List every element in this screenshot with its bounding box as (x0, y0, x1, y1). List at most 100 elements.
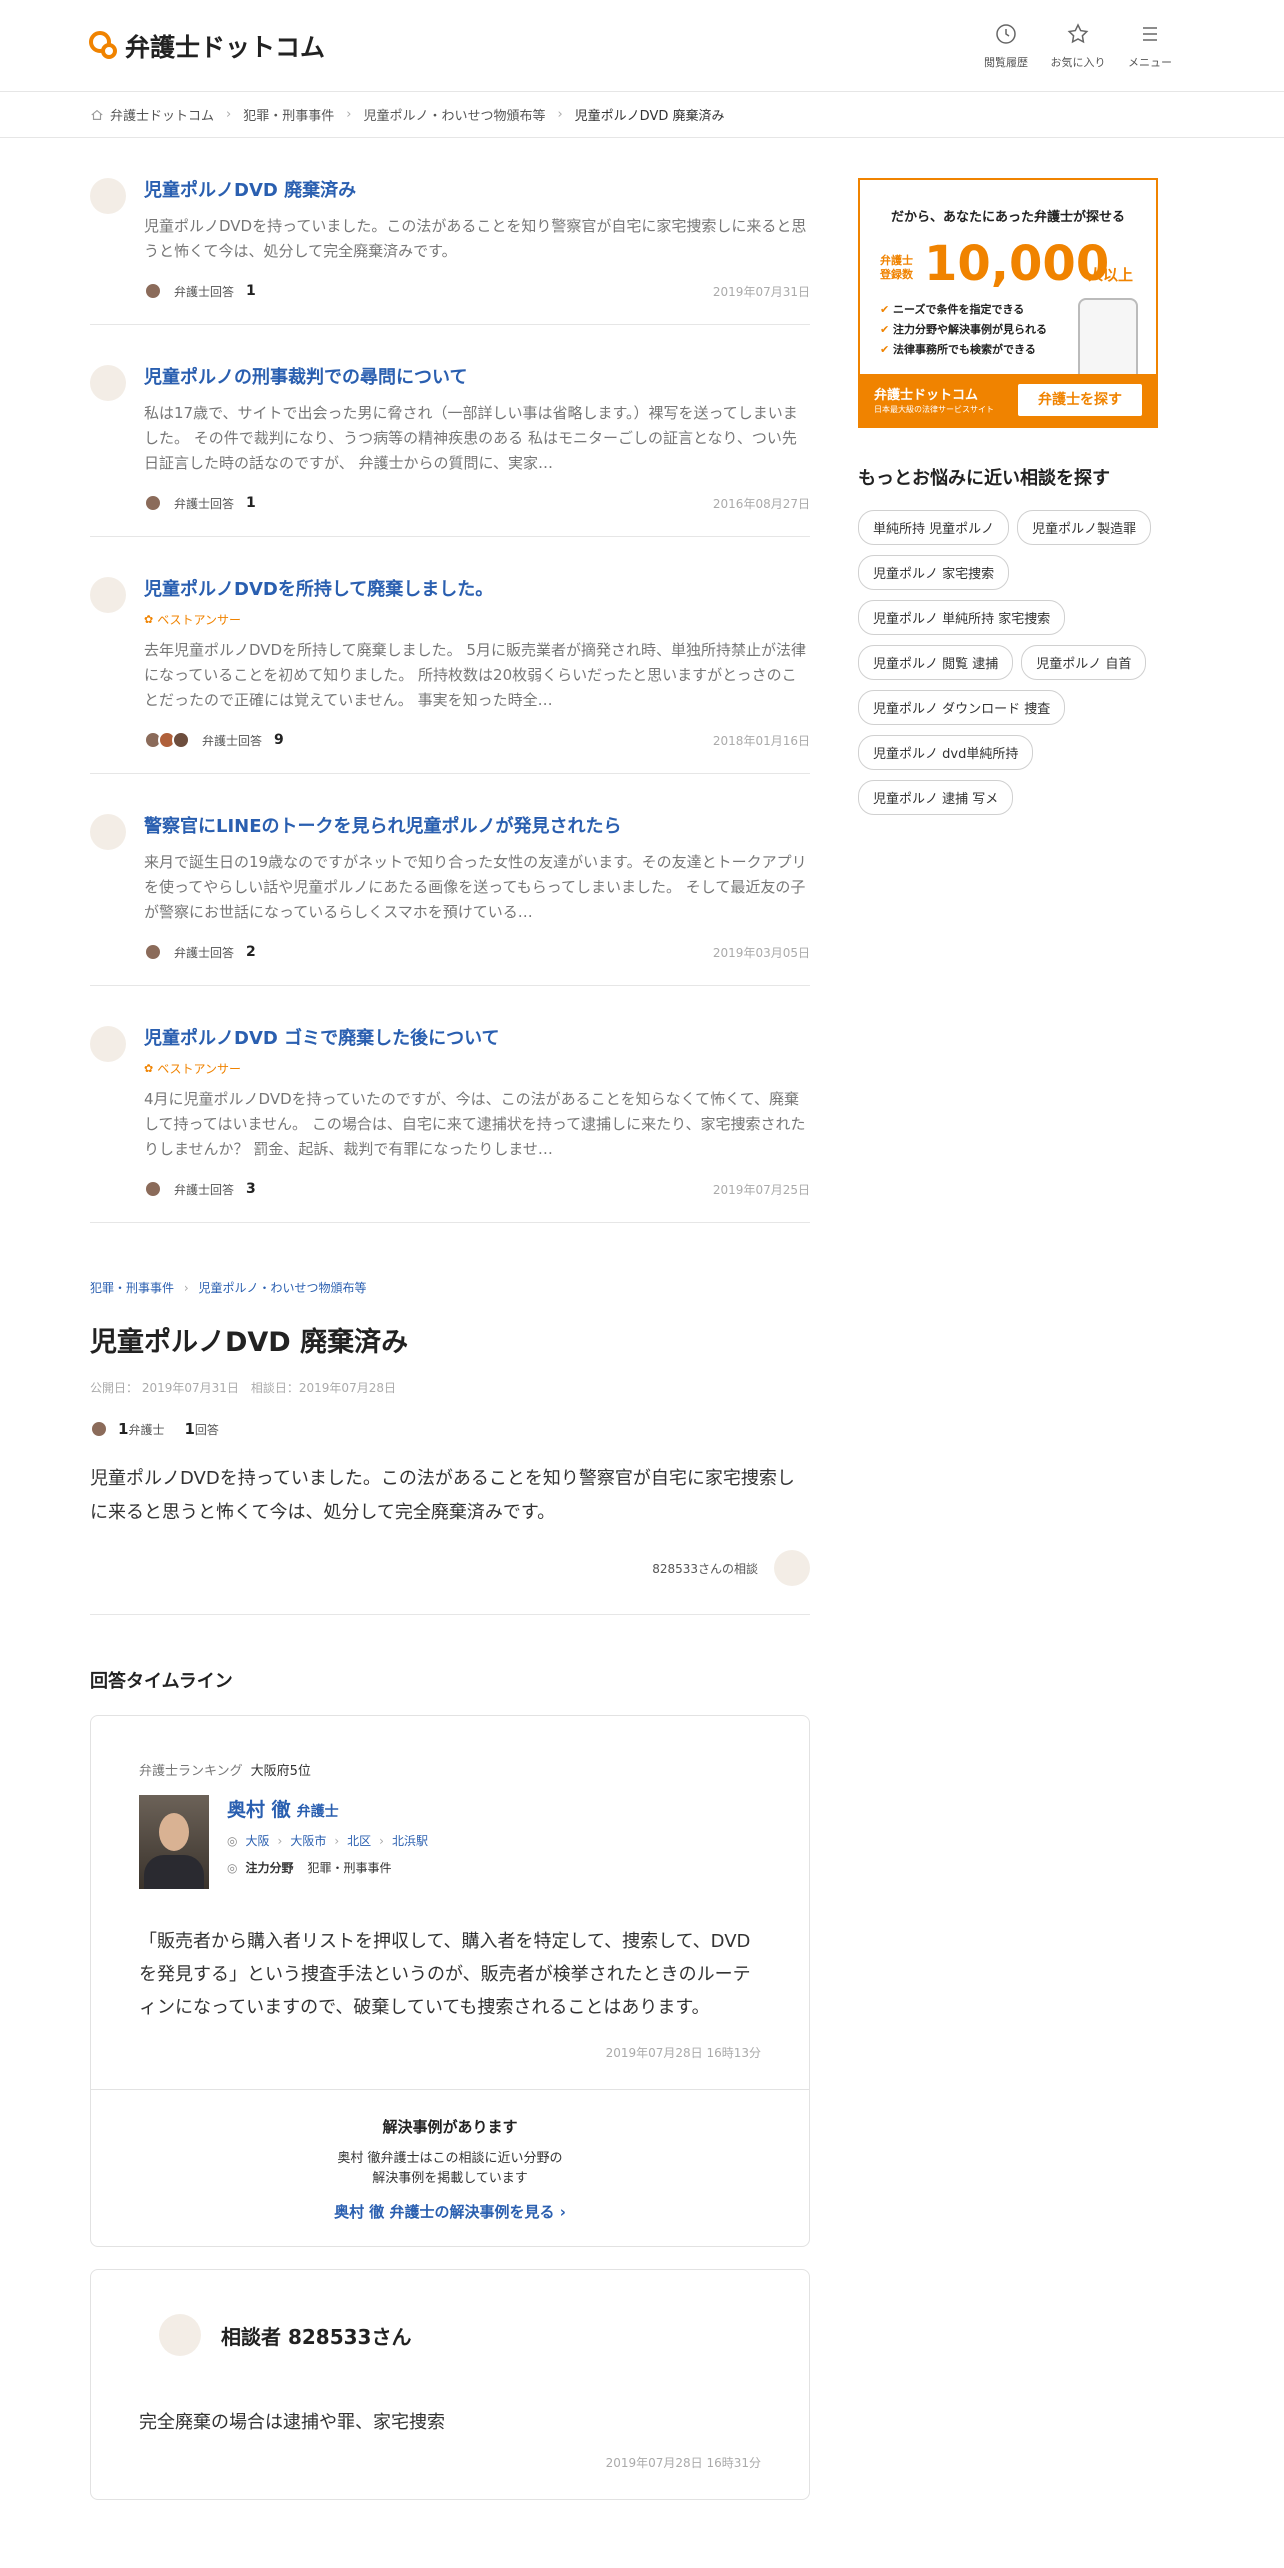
phone-illustration-icon (1078, 298, 1138, 386)
client-header: 相談者 828533さん (139, 2314, 761, 2356)
question-date: 2016年08月27日 (712, 496, 810, 511)
case-studies-desc-line1: 奥村 徹弁護士はこの相談に近い分野の (337, 2151, 563, 2166)
question-excerpt: 児童ポルノDVDを持っていました。この法があることを知り警察官が自宅に家宅捜索し… (144, 217, 807, 260)
ad-footer: 弁護士ドットコム 日本最大級の法律サービスサイト 弁護士を探す (860, 374, 1156, 426)
answer-time: 2019年07月28日 16時13分 (605, 2046, 761, 2060)
client-message-time: 2019年07月28日 16時31分 (605, 2456, 761, 2470)
find-lawyer-button[interactable]: 弁護士を探す (1018, 384, 1142, 416)
avatar (90, 577, 126, 613)
favorites-button[interactable]: お気に入り (1042, 22, 1114, 70)
star-icon (1067, 23, 1089, 44)
location-link[interactable]: 北浜駅 (392, 1832, 428, 1849)
case-studies-desc-line2: 解決事例を掲載しています (372, 2171, 528, 2186)
location-link[interactable]: 北区 (347, 1832, 371, 1849)
detail-breadcrumb: 犯罪・刑事事件 › 児童ポルノ・わいせつ物頒布等 (90, 1279, 810, 1296)
question-item[interactable]: 警察官にLINEのトークを見られ児童ポルノが発見されたら 来月で誕生日の19歳な… (90, 774, 810, 986)
chevron-right-icon: › (183, 1281, 189, 1295)
question-title[interactable]: 児童ポルノの刑事裁判での尋問について (144, 367, 467, 388)
case-studies-desc: 奥村 徹弁護士はこの相談に近い分野の 解決事例を掲載しています (91, 2149, 809, 2189)
answer-count: 1 (246, 283, 256, 299)
question-title[interactable]: 児童ポルノDVD 廃棄済み (144, 180, 356, 201)
menu-button[interactable]: メニュー (1114, 22, 1186, 70)
breadcrumb-subcategory[interactable]: 児童ポルノ・わいせつ物頒布等 (363, 105, 545, 124)
answer-count-label: 回答 (194, 1422, 219, 1437)
related-tag[interactable]: 児童ポルノ dvd単純所持 (858, 735, 1034, 770)
answer-text: 「販売者から購入者リストを押収して、購入者を特定して、捜索して、DVDを発見する… (139, 1931, 751, 2018)
detail-counts: 1 弁護士 1 回答 (90, 1420, 810, 1438)
logo-text: 弁護士ドットコム (125, 33, 326, 62)
question-date: 2019年07月25日 (712, 1182, 810, 1197)
answer-label: 弁護士回答 (174, 496, 235, 511)
location-link[interactable]: 大阪市 (290, 1832, 326, 1849)
question-item[interactable]: 児童ポルノDVD ゴミで廃棄した後について ベストアンサー 4月に児童ポルノDV… (90, 986, 810, 1223)
asker-info: 828533さんの相談 (90, 1550, 810, 1615)
ad-count-suffix: 人以上 (1088, 266, 1134, 284)
answer-count: 1 (184, 1420, 195, 1438)
history-icon (996, 24, 1016, 44)
related-tag[interactable]: 単純所持 児童ポルノ (858, 510, 1010, 545)
lawyer-photo[interactable] (139, 1795, 209, 1889)
question-detail: 犯罪・刑事事件 › 児童ポルノ・わいせつ物頒布等 児童ポルノDVD 廃棄済み 公… (90, 1279, 810, 2500)
question-item[interactable]: 児童ポルノDVD 廃棄済み 児童ポルノDVDを持っていました。この法があることを… (90, 138, 810, 325)
chevron-right-icon: › (334, 1833, 340, 1848)
question-date: 2019年07月31日 (712, 284, 810, 299)
related-tag[interactable]: 児童ポルノ 閲覧 逮捕 (858, 645, 1014, 680)
ad-brand: 弁護士ドットコム (874, 388, 979, 403)
related-tag[interactable]: 児童ポルノ 自首 (1021, 645, 1147, 680)
question-item[interactable]: 児童ポルノの刑事裁判での尋問について 私は17歳で、サイトで出会った男に脅され（… (90, 325, 810, 537)
ad-feature: 法律事務所でも検索ができる (880, 340, 1047, 360)
question-excerpt: 私は17歳で、サイトで出会った男に脅され（一部詳しい事は省略します。）裸写を送っ… (144, 404, 798, 472)
related-tag[interactable]: 児童ポルノ 単純所持 家宅捜索 (858, 600, 1066, 635)
answer-count: 1 (246, 495, 256, 511)
favorites-label: お気に入り (1050, 56, 1106, 69)
related-tag[interactable]: 児童ポルノ製造罪 (1017, 510, 1152, 545)
ad-reg-label-line1: 弁護士 (880, 254, 913, 267)
related-tag[interactable]: 児童ポルノ ダウンロード 捜査 (858, 690, 1066, 725)
question-meta: 弁護士回答 9 2018年01月16日 (144, 731, 810, 749)
answer-label: 弁護士回答 (202, 733, 263, 748)
lawyer-location: ◎ 大阪 › 大阪市 › 北区 › 北浜駅 (227, 1832, 428, 1849)
location-pin-icon: ◎ (227, 1833, 238, 1848)
ranking-label: 弁護士ランキング (139, 1764, 243, 1779)
location-link[interactable]: 大阪 (245, 1832, 269, 1849)
question-meta: 弁護士回答 1 2019年07月31日 (144, 282, 810, 300)
question-title[interactable]: 児童ポルノDVD ゴミで廃棄した後について (144, 1028, 500, 1049)
sidebar: だから、あなたにあった弁護士が探せる 弁護士登録数 10,000 人以上 ニーズ… (858, 178, 1158, 815)
question-title[interactable]: 児童ポルノDVDを所持して廃棄しました。 (144, 579, 493, 600)
related-tag[interactable]: 児童ポルノ 家宅捜索 (858, 555, 1010, 590)
breadcrumb-home[interactable]: 弁護士ドットコム (110, 105, 214, 124)
lawyer-name-link[interactable]: 奥村 徹弁護士 (227, 1799, 339, 1821)
question-title[interactable]: 警察官にLINEのトークを見られ児童ポルノが発見されたら (144, 816, 622, 837)
history-button[interactable]: 閲覧履歴 (970, 22, 1042, 70)
ad-brand-sub: 日本最大級の法律サービスサイト (874, 405, 994, 414)
lawyer-specialty: ◎ 注力分野 犯罪・刑事事件 (227, 1859, 428, 1876)
question-excerpt: 去年児童ポルノDVDを所持して廃棄しました。 5月に販売業者が摘発され時、単独所… (144, 641, 806, 709)
related-tags: 単純所持 児童ポルノ 児童ポルノ製造罪 児童ポルノ 家宅捜索 児童ポルノ 単純所… (858, 510, 1158, 815)
related-heading: もっとお悩みに近い相談を探す (858, 468, 1110, 489)
case-studies-title: 解決事例があります (382, 2118, 518, 2136)
case-studies-box: 解決事例があります 奥村 徹弁護士はこの相談に近い分野の 解決事例を掲載しています… (91, 2089, 809, 2246)
chevron-right-icon: › (557, 107, 563, 122)
ranking-value: 大阪府5位 (250, 1764, 311, 1779)
lawyer-avatar (144, 494, 162, 512)
site-header: 弁護士ドットコム 閲覧履歴 お気に入り メニュー (0, 0, 1284, 92)
header-nav: 閲覧履歴 お気に入り メニュー (970, 22, 1186, 70)
chevron-right-icon: › (226, 107, 232, 122)
specialty-label: 注力分野 (245, 1861, 294, 1875)
home-icon (91, 109, 103, 120)
lawyer-avatar (144, 282, 162, 300)
question-item[interactable]: 児童ポルノDVDを所持して廃棄しました。 ベストアンサー 去年児童ポルノDVDを… (90, 537, 810, 774)
asker-avatar (774, 1550, 810, 1586)
history-label: 閲覧履歴 (984, 56, 1028, 69)
lawyer-search-ad[interactable]: だから、あなたにあった弁護士が探せる 弁護士登録数 10,000 人以上 ニーズ… (858, 178, 1158, 428)
case-studies-link[interactable]: 奥村 徹 弁護士の解決事例を見る › (334, 2201, 566, 2222)
client-avatar (159, 2314, 201, 2356)
question-date: 2019年03月05日 (712, 945, 810, 960)
related-tag[interactable]: 児童ポルノ 逮捕 写メ (858, 780, 1014, 815)
site-logo[interactable]: 弁護士ドットコム (89, 28, 325, 64)
detail-crumb-subcategory[interactable]: 児童ポルノ・わいせつ物頒布等 (198, 1281, 366, 1295)
breadcrumb-category[interactable]: 犯罪・刑事事件 (243, 105, 334, 124)
chevron-right-icon: › (346, 107, 352, 122)
logo-mark-icon (89, 31, 119, 61)
detail-crumb-category[interactable]: 犯罪・刑事事件 (90, 1281, 174, 1295)
